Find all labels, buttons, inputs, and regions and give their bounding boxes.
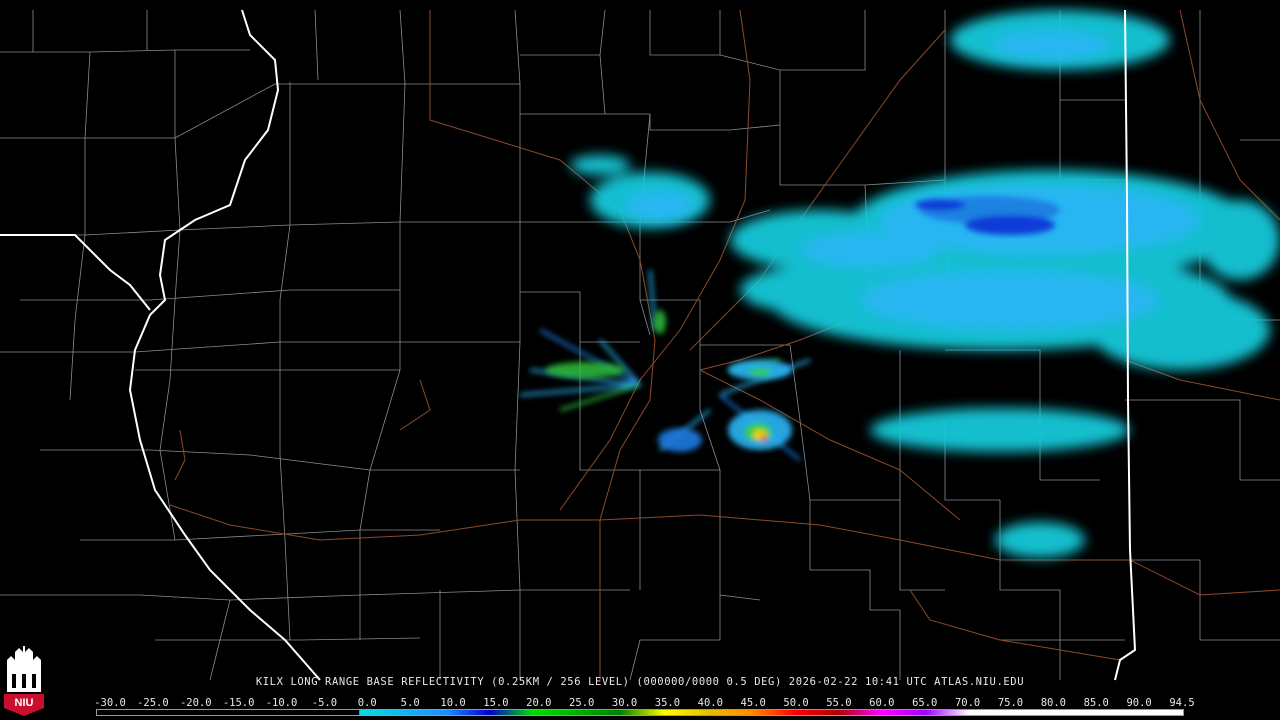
scale-label: -25.0 [137, 697, 169, 709]
scale-label: -20.0 [179, 697, 212, 709]
scale-label: 25.0 [569, 697, 595, 709]
niu-logo: NIU [3, 646, 45, 716]
scale-label: 70.0 [954, 697, 981, 709]
color-scale-labels: -30.0 -25.0 -20.0 -15.0 -10.0 -5.0 0.0 5.0 10.0 1… [86, 697, 1206, 709]
scale-label: -5.0 [311, 697, 338, 709]
scale-label: 20.0 [526, 697, 552, 709]
radar-map [0, 9, 1280, 681]
scale-label: 15.0 [483, 697, 509, 709]
scale-label: 45.0 [740, 697, 766, 709]
scale-label: 94.5 [1169, 697, 1195, 709]
scale-label: -15.0 [222, 697, 255, 709]
scale-label: 0.0 [357, 697, 377, 709]
scale-label: 40.0 [697, 697, 723, 709]
scale-label: 75.0 [997, 697, 1024, 709]
scale-label: 35.0 [654, 697, 681, 709]
scale-label: 55.0 [826, 697, 852, 709]
scale-label: 80.0 [1040, 697, 1067, 709]
scale-label: 5.0 [400, 697, 420, 709]
niu-logo-text: NIU [15, 697, 34, 709]
reflectivity-color-scale [96, 709, 1184, 716]
product-caption: KILX LONG RANGE BASE REFLECTIVITY (0.25K… [255, 676, 1025, 688]
scale-label: 30.0 [611, 697, 638, 709]
scale-label: 50.0 [783, 697, 809, 709]
scale-label: 90.0 [1126, 697, 1152, 709]
scale-label: -30.0 [94, 697, 126, 709]
scale-label: 10.0 [440, 697, 466, 709]
scale-label: 85.0 [1083, 697, 1109, 709]
scale-label: -10.0 [265, 697, 298, 709]
scale-label: 60.0 [869, 697, 895, 709]
scale-label: 65.0 [912, 697, 938, 709]
